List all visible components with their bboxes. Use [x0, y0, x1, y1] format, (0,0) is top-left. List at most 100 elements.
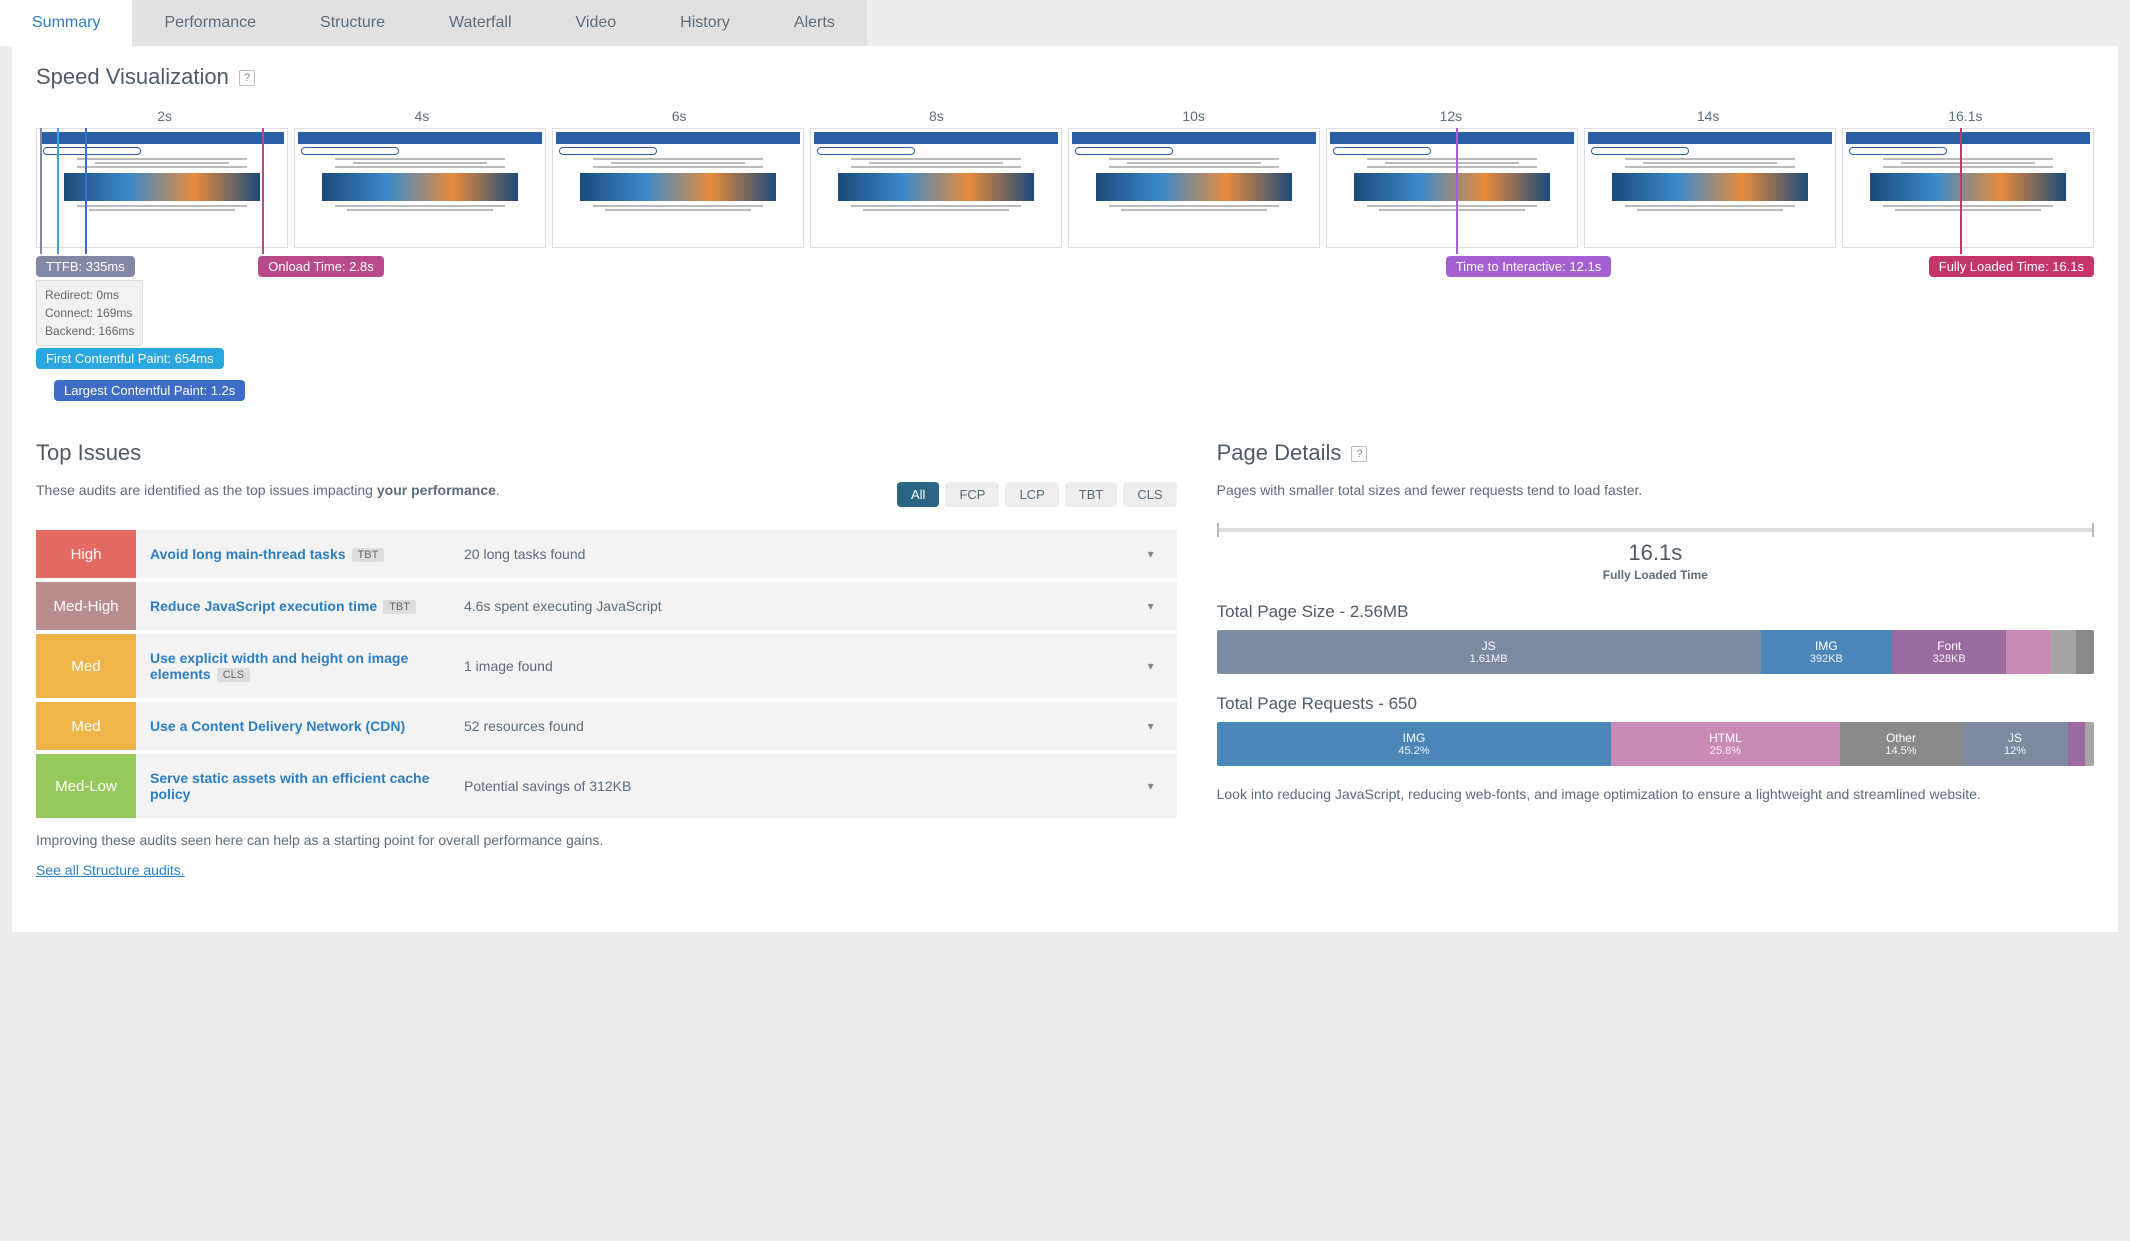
filter-cls[interactable]: CLS: [1123, 482, 1176, 507]
issue-tag: TBT: [383, 600, 416, 614]
see-all-audits-link[interactable]: See all Structure audits.: [36, 862, 185, 878]
filmstrip-frame[interactable]: [1842, 128, 2094, 248]
section-heading: Top Issues: [36, 440, 141, 465]
total-page-requests-heading: Total Page Requests - 650: [1217, 694, 2094, 714]
filter-fcp[interactable]: FCP: [945, 482, 999, 507]
bar-segment-other[interactable]: Other14.5%: [1840, 722, 1963, 766]
issue-tag: TBT: [352, 548, 385, 562]
bar-segment-html[interactable]: HTML25.8%: [1611, 722, 1839, 766]
fully-loaded-label: Fully Loaded Time: [1217, 568, 2094, 582]
section-heading: Speed Visualization: [36, 64, 229, 89]
marker-flt[interactable]: Fully Loaded Time: 16.1s: [1929, 256, 2094, 277]
bar-segment-font[interactable]: Font328KB: [1892, 630, 2006, 674]
tab-video[interactable]: Video: [544, 0, 649, 46]
axis-tick: 10s: [1065, 108, 1322, 128]
issue-title[interactable]: Serve static assets with an efficient ca…: [150, 770, 450, 802]
tab-bar: SummaryPerformanceStructureWaterfallVide…: [0, 0, 2130, 46]
tab-waterfall[interactable]: Waterfall: [417, 0, 544, 46]
bar-segment-misc[interactable]: [2076, 630, 2094, 674]
axis-tick: 14s: [1580, 108, 1837, 128]
issue-row[interactable]: High Avoid long main-thread tasksTBT 20 lo…: [36, 530, 1177, 578]
page-details-section: Page Details ? Pages with smaller total …: [1217, 440, 2094, 878]
filmstrip-frame[interactable]: [552, 128, 804, 248]
issue-row[interactable]: Med Use a Content Delivery Network (CDN) 5…: [36, 702, 1177, 750]
issue-desc: 1 image found: [464, 658, 1125, 674]
severity-badge: High: [36, 530, 136, 578]
issue-desc: 20 long tasks found: [464, 546, 1125, 562]
issue-desc: 4.6s spent executing JavaScript: [464, 598, 1125, 614]
bar-segment-js[interactable]: JS12%: [1962, 722, 2067, 766]
filmstrip-frame[interactable]: [1326, 128, 1578, 248]
bar-segment-misc[interactable]: [2068, 722, 2086, 766]
section-heading: Page Details: [1217, 440, 1342, 465]
page-details-footer: Look into reducing JavaScript, reducing …: [1217, 786, 2094, 802]
severity-badge: Med-Low: [36, 754, 136, 818]
filmstrip-frame[interactable]: [294, 128, 546, 248]
tab-summary[interactable]: Summary: [0, 0, 132, 46]
issue-title[interactable]: Reduce JavaScript execution timeTBT: [150, 598, 450, 614]
chevron-down-icon[interactable]: ▾: [1139, 719, 1163, 733]
bar-segment-misc[interactable]: [2085, 722, 2094, 766]
issue-row[interactable]: Med Use explicit width and height on imag…: [36, 634, 1177, 698]
issue-title[interactable]: Avoid long main-thread tasksTBT: [150, 546, 450, 562]
issue-filters: AllFCPLCP TBTCLS: [897, 482, 1177, 507]
axis-tick: 12s: [1322, 108, 1579, 128]
tab-performance[interactable]: Performance: [132, 0, 288, 46]
severity-badge: Med: [36, 702, 136, 750]
filmstrip-frame[interactable]: [1068, 128, 1320, 248]
chevron-down-icon[interactable]: ▾: [1139, 547, 1163, 561]
filmstrip-frame[interactable]: [810, 128, 1062, 248]
top-issues-footer: Improving these audits seen here can hel…: [36, 832, 1177, 848]
speed-visualization-section: Speed Visualization ?: [12, 46, 2118, 108]
filter-tbt[interactable]: TBT: [1065, 482, 1118, 507]
axis-tick: 2s: [36, 108, 293, 128]
bar-segment-img[interactable]: IMG45.2%: [1217, 722, 1612, 766]
marker-ttfb[interactable]: TTFB: 335ms: [36, 256, 135, 277]
issue-title[interactable]: Use a Content Delivery Network (CDN): [150, 718, 450, 734]
axis-tick: 8s: [808, 108, 1065, 128]
fully-loaded-time: 16.1s: [1217, 540, 2094, 566]
marker-ttfb-details: Redirect: 0ms Connect: 169ms Backend: 16…: [36, 280, 143, 346]
marker-tti[interactable]: Time to Interactive: 12.1s: [1446, 256, 1611, 277]
page-details-subtext: Pages with smaller total sizes and fewer…: [1217, 482, 2094, 498]
top-issues-section: Top Issues These audits are identified a…: [36, 440, 1177, 878]
time-axis: 2s4s6s8s10s12s14s16.1s: [36, 108, 2094, 128]
filter-all[interactable]: All: [897, 482, 939, 507]
chevron-down-icon[interactable]: ▾: [1139, 599, 1163, 613]
help-icon[interactable]: ?: [1351, 446, 1367, 462]
axis-tick: 4s: [293, 108, 550, 128]
tab-history[interactable]: History: [648, 0, 762, 46]
severity-badge: Med: [36, 634, 136, 698]
marker-onload[interactable]: Onload Time: 2.8s: [258, 256, 384, 277]
help-icon[interactable]: ?: [239, 70, 255, 86]
filter-lcp[interactable]: LCP: [1005, 482, 1058, 507]
filmstrip-frame[interactable]: [1584, 128, 1836, 248]
bar-segment-js[interactable]: JS1.61MB: [1217, 630, 1761, 674]
issue-row[interactable]: Med-Low Serve static assets with an effic…: [36, 754, 1177, 818]
bar-segment-misc[interactable]: [2050, 630, 2076, 674]
top-issues-description: These audits are identified as the top i…: [36, 482, 897, 498]
marker-fcp[interactable]: First Contentful Paint: 654ms: [36, 348, 224, 369]
severity-badge: Med-High: [36, 582, 136, 630]
issues-list: High Avoid long main-thread tasksTBT 20 lo…: [36, 530, 1177, 818]
page-size-bar[interactable]: JS1.61MBIMG392KBFont328KB: [1217, 630, 2094, 674]
issue-row[interactable]: Med-High Reduce JavaScript execution time…: [36, 582, 1177, 630]
total-page-size-heading: Total Page Size - 2.56MB: [1217, 602, 2094, 622]
tab-alerts[interactable]: Alerts: [762, 0, 867, 46]
bar-segment-misc[interactable]: [2006, 630, 2050, 674]
tab-structure[interactable]: Structure: [288, 0, 417, 46]
chevron-down-icon[interactable]: ▾: [1139, 779, 1163, 793]
chevron-down-icon[interactable]: ▾: [1139, 659, 1163, 673]
axis-tick: 6s: [551, 108, 808, 128]
page-requests-bar[interactable]: IMG45.2%HTML25.8%Other14.5%JS12%: [1217, 722, 2094, 766]
filmstrip-frame[interactable]: [36, 128, 288, 248]
axis-tick: 16.1s: [1837, 108, 2094, 128]
issue-tag: CLS: [217, 668, 250, 682]
marker-tags: TTFB: 335ms Redirect: 0ms Connect: 169ms…: [36, 256, 2094, 416]
issue-title[interactable]: Use explicit width and height on image e…: [150, 650, 450, 682]
issue-desc: Potential savings of 312KB: [464, 778, 1125, 794]
issue-desc: 52 resources found: [464, 718, 1125, 734]
marker-lcp[interactable]: Largest Contentful Paint: 1.2s: [54, 380, 245, 401]
bar-segment-img[interactable]: IMG392KB: [1761, 630, 1893, 674]
filmstrip: [36, 128, 2094, 248]
